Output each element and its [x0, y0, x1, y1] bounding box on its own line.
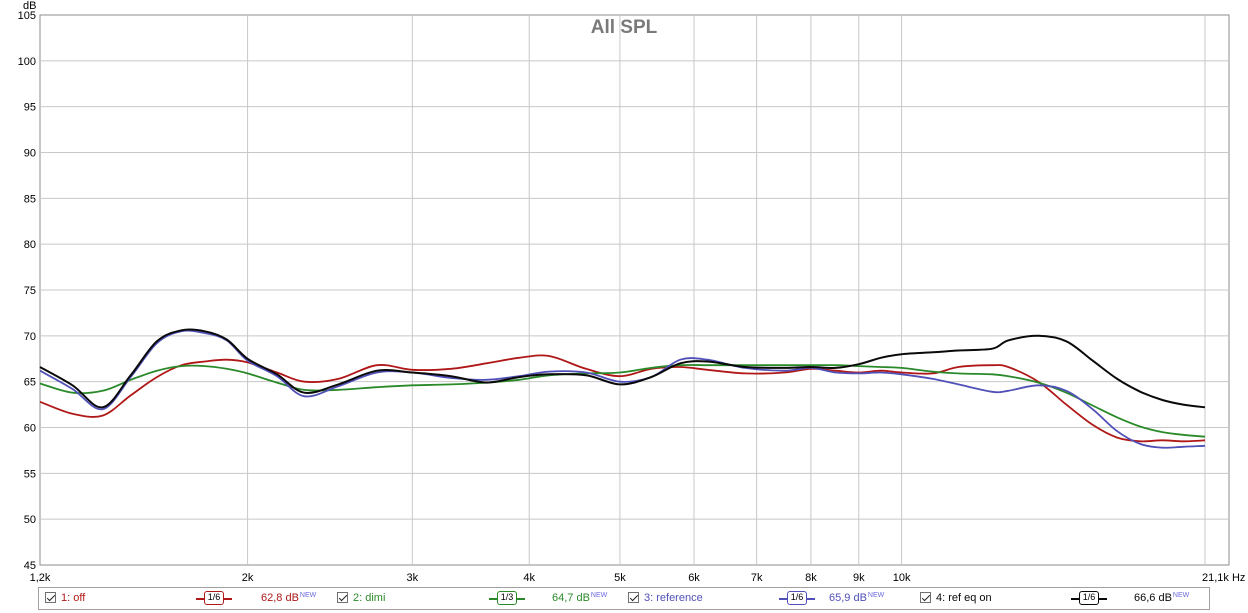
y-tick-label: 90 — [24, 148, 36, 160]
new-badge-off: NEW — [299, 592, 317, 599]
smoothing-control-ref-eq-on[interactable]: 1/6 — [1071, 589, 1107, 608]
x-tick-label: 10k — [893, 572, 911, 584]
x-tick-label: 9k — [853, 572, 865, 584]
smoothing-value-ref-eq-on: 1/6 — [1079, 591, 1099, 605]
smoothing-value-off: 1/6 — [204, 591, 224, 605]
spl-chart[interactable]: 4550556065707580859095100105 1,2k 2k 3k 4k 5… — [0, 0, 1248, 587]
new-badge-ref-eq-on: NEW — [1172, 592, 1190, 599]
y-tick-label: 85 — [24, 193, 36, 205]
legend-label-off: 1: off — [61, 592, 86, 604]
x-tick-label: 5k — [614, 572, 626, 584]
level-value-off: 62,8 dB — [261, 592, 299, 604]
y-tick-label: 60 — [24, 423, 36, 435]
y-axis-label: dB — [23, 0, 36, 12]
smoothing-control-reference[interactable]: 1/6 — [779, 589, 815, 608]
smoothing-value-dimi: 1/3 — [497, 591, 517, 605]
legend-label-ref-eq-on: 4: ref eq on — [936, 592, 992, 604]
legend-label-reference: 3: reference — [644, 592, 703, 604]
legend-bar: 1: off 1/6 62,8 dBNEW 2: dimi 1/3 64,7 d… — [38, 587, 1210, 610]
y-tick-label: 95 — [24, 102, 36, 114]
y-tick-label: 75 — [24, 285, 36, 297]
legend-label-dimi: 2: dimi — [353, 592, 386, 604]
legend-checkbox-dimi[interactable] — [337, 592, 348, 603]
y-tick-label: 65 — [24, 377, 36, 389]
legend-level-ref-eq-on: 66,6 dBNEW — [1134, 592, 1189, 604]
level-value-dimi: 64,7 dB — [552, 592, 590, 604]
x-axis-ticks: 1,2k 2k 3k 4k 5k 6k 7k 8k 9k 10k 21,1k Hz — [30, 572, 1246, 584]
legend-level-reference: 65,9 dBNEW — [829, 592, 884, 604]
x-tick-label: 2k — [242, 572, 254, 584]
legend-checkbox-ref-eq-on[interactable] — [920, 592, 931, 603]
legend-level-off: 62,8 dBNEW — [261, 592, 316, 604]
x-tick-label: 3k — [407, 572, 419, 584]
y-axis-ticks: 4550556065707580859095100105 — [18, 10, 36, 572]
new-badge-dimi: NEW — [590, 592, 608, 599]
x-tick-label: 8k — [805, 572, 817, 584]
y-tick-label: 55 — [24, 468, 36, 480]
x-tick-label: 1,2k — [30, 572, 51, 584]
y-tick-label: 50 — [24, 514, 36, 526]
x-tick-label: 6k — [688, 572, 700, 584]
smoothing-control-off[interactable]: 1/6 — [196, 589, 232, 608]
y-tick-label: 45 — [24, 560, 36, 572]
legend-checkbox-reference[interactable] — [628, 592, 639, 603]
x-tick-label: 21,1k Hz — [1202, 572, 1245, 584]
smoothing-value-reference: 1/6 — [787, 591, 807, 605]
y-tick-label: 100 — [18, 56, 36, 68]
new-badge-reference: NEW — [867, 592, 885, 599]
y-tick-label: 70 — [24, 331, 36, 343]
smoothing-control-dimi[interactable]: 1/3 — [489, 589, 525, 608]
x-tick-label: 4k — [523, 572, 535, 584]
x-tick-label: 7k — [751, 572, 763, 584]
level-value-reference: 65,9 dB — [829, 592, 867, 604]
level-value-ref-eq-on: 66,6 dB — [1134, 592, 1172, 604]
y-tick-label: 80 — [24, 239, 36, 251]
chart-title: All SPL — [591, 17, 658, 38]
legend-level-dimi: 64,7 dBNEW — [552, 592, 607, 604]
legend-checkbox-off[interactable] — [45, 592, 56, 603]
